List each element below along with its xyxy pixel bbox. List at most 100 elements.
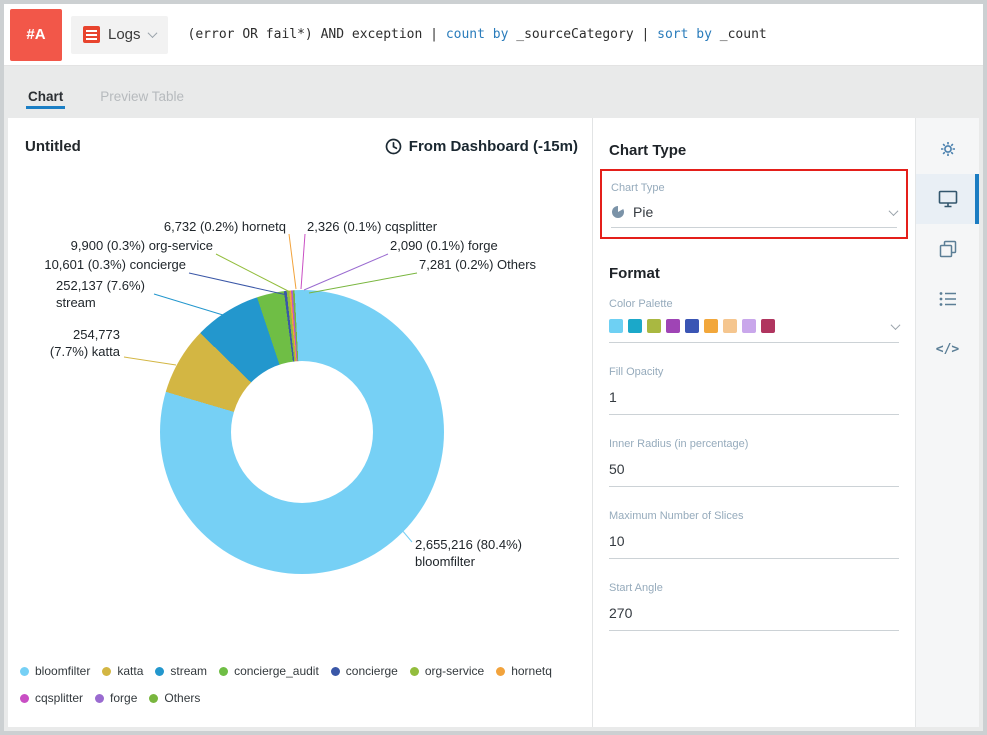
- palette-swatch: [609, 319, 623, 333]
- legend-item-forge[interactable]: forge: [95, 691, 137, 705]
- clock-icon: [385, 138, 402, 155]
- settings-gear-button[interactable]: [916, 124, 979, 174]
- palette-swatch: [704, 319, 718, 333]
- legend-dot: [102, 667, 111, 676]
- legend-item-cqsplitter[interactable]: cqsplitter: [20, 691, 83, 705]
- legend-item-Others[interactable]: Others: [149, 691, 200, 705]
- code-view-button[interactable]: </>: [916, 324, 979, 374]
- palette-swatch: [685, 319, 699, 333]
- legend-label: Others: [164, 691, 200, 705]
- legend-label: concierge: [346, 664, 398, 678]
- chart-type-select[interactable]: Pie: [611, 204, 897, 228]
- query-segment: _count: [712, 27, 767, 42]
- legend-label: bloomfilter: [35, 664, 90, 678]
- query-segment: sort by: [657, 27, 712, 42]
- legend-dot: [331, 667, 340, 676]
- display-settings-button[interactable]: [916, 174, 979, 224]
- legend-item-concierge[interactable]: concierge: [331, 664, 398, 678]
- legend-item-bloomfilter[interactable]: bloomfilter: [20, 664, 90, 678]
- field-label: Fill Opacity: [609, 366, 663, 378]
- pie-value-label: 2,090 (0.1%) forge: [390, 237, 498, 254]
- legend-item-katta[interactable]: katta: [102, 664, 143, 678]
- pie-value-label: 252,137 (7.6%) stream: [56, 277, 145, 311]
- field-start-angle: Start Angle 270: [609, 578, 899, 631]
- palette-swatch: [647, 319, 661, 333]
- legend-label: concierge_audit: [234, 664, 319, 678]
- field-value-input[interactable]: 1: [609, 389, 899, 415]
- query-input[interactable]: (error OR fail*) AND exception | count b…: [188, 27, 767, 42]
- pie-value-label: 2,326 (0.1%) cqsplitter: [307, 218, 437, 235]
- palette-swatch: [628, 319, 642, 333]
- legend-item-org-service[interactable]: org-service: [410, 664, 484, 678]
- palette-field-label: Color Palette: [609, 298, 899, 310]
- tab-preview-table[interactable]: Preview Table: [100, 89, 184, 118]
- chevron-down-icon: [889, 206, 899, 216]
- legend-label: org-service: [425, 664, 484, 678]
- code-icon: </>: [936, 342, 959, 357]
- legend-label: cqsplitter: [35, 691, 83, 705]
- legend-label: forge: [110, 691, 137, 705]
- query-segment: _sourceCategory |: [508, 27, 657, 42]
- color-palette-select[interactable]: [609, 319, 899, 343]
- donut-hole: [231, 361, 373, 503]
- legend-dot: [95, 694, 104, 703]
- field-inner-radius-in-percentage-: Inner Radius (in percentage) 50: [609, 434, 899, 487]
- field-value-input[interactable]: 270: [609, 605, 899, 631]
- time-range-button[interactable]: From Dashboard (-15m): [385, 138, 578, 155]
- gear-icon: [938, 139, 958, 159]
- pie-value-label: 9,900 (0.3%) org-service: [71, 237, 213, 254]
- pie-value-label: 2,655,216 (80.4%) bloomfilter: [415, 536, 522, 570]
- field-maximum-number-of-slices: Maximum Number of Slices 10: [609, 506, 899, 559]
- source-type-dropdown[interactable]: Logs: [71, 16, 168, 54]
- pie-icon: [611, 205, 625, 219]
- panel-badge: #A: [10, 9, 62, 61]
- field-label: Maximum Number of Slices: [609, 510, 743, 522]
- chart-legend: bloomfilter katta stream concierge_audit con…: [20, 664, 591, 705]
- legend-item-concierge_audit[interactable]: concierge_audit: [219, 664, 319, 678]
- legend-label: katta: [117, 664, 143, 678]
- top-bar: #A Logs (error OR fail*) AND exception |…: [4, 4, 983, 66]
- query-segment: count by: [446, 27, 509, 42]
- field-label: Start Angle: [609, 582, 663, 594]
- legend-label: stream: [170, 664, 207, 678]
- palette-swatch: [666, 319, 680, 333]
- section-format: Format: [609, 265, 899, 282]
- legend-dot: [219, 667, 228, 676]
- legend-item-stream[interactable]: stream: [155, 664, 207, 678]
- legend-dot: [20, 667, 29, 676]
- chevron-down-icon: [147, 28, 157, 38]
- annotation-chart-type: Chart Type Pie: [600, 169, 908, 239]
- pie-value-label: 10,601 (0.3%) concierge: [44, 256, 186, 273]
- pie-value-label: 254,773 (7.7%) katta: [50, 326, 120, 360]
- palette-swatch: [742, 319, 756, 333]
- pie-value-label: 6,732 (0.2%) hornetq: [164, 218, 286, 235]
- palette-swatch: [723, 319, 737, 333]
- list-view-button[interactable]: [916, 274, 979, 324]
- logs-icon: [83, 26, 100, 43]
- field-value-input[interactable]: 50: [609, 461, 899, 487]
- source-type-label: Logs: [108, 26, 141, 43]
- copy-icon: [939, 240, 957, 258]
- list-icon: [939, 291, 957, 307]
- duplicate-button[interactable]: [916, 224, 979, 274]
- tool-strip: </>: [915, 118, 979, 727]
- legend-dot: [496, 667, 505, 676]
- legend-dot: [149, 694, 158, 703]
- main-panel: Untitled From Dashboard (-15m) 2,655,216…: [8, 118, 979, 727]
- chart-type-value: Pie: [633, 204, 653, 220]
- tab-chart[interactable]: Chart: [28, 89, 63, 118]
- settings-panel: Chart Type Chart Type Pie Format Color P…: [592, 118, 915, 727]
- legend-dot: [20, 694, 29, 703]
- monitor-icon: [938, 190, 958, 208]
- query-segment: (error OR fail*) AND exception |: [188, 27, 446, 42]
- legend-label: hornetq: [511, 664, 552, 678]
- legend-dot: [155, 667, 164, 676]
- field-label: Inner Radius (in percentage): [609, 438, 748, 450]
- chart-panel: Untitled From Dashboard (-15m) 2,655,216…: [8, 118, 592, 727]
- section-chart-type: Chart Type: [609, 142, 899, 159]
- field-value-input[interactable]: 10: [609, 533, 899, 559]
- pie-value-label: 7,281 (0.2%) Others: [419, 256, 536, 273]
- tab-bar: Chart Preview Table: [4, 66, 983, 118]
- legend-item-hornetq[interactable]: hornetq: [496, 664, 552, 678]
- chart-title: Untitled: [25, 138, 81, 155]
